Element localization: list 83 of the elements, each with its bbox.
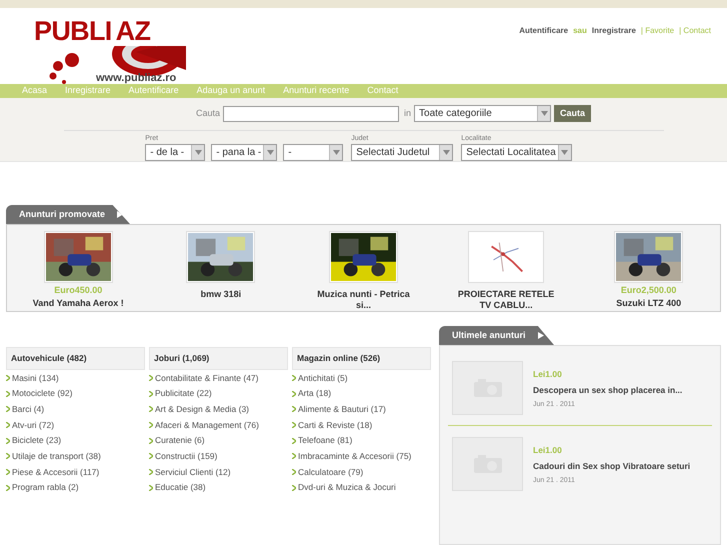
category-link[interactable]: Barci (4) [12, 402, 44, 416]
ad-title[interactable]: bmw 318i [200, 289, 242, 300]
thumbnail-frame[interactable] [186, 231, 256, 283]
category-link[interactable]: Contabilitate & Finante (47) [155, 372, 258, 384]
category-header[interactable]: Joburi (1,069) [149, 347, 288, 370]
thumbnail-frame[interactable] [614, 231, 684, 283]
category-link[interactable]: Constructii (159) [155, 450, 218, 463]
category-link[interactable]: Curatenie (6) [155, 434, 205, 448]
dropdown[interactable]: Selectati Judetul [351, 144, 454, 160]
ad-price: Lei1.00 [533, 444, 563, 457]
ad-title[interactable]: Muzica nunti - Petrica si... [308, 289, 418, 311]
play-icon [117, 211, 124, 218]
search-button[interactable]: Cauta [554, 105, 592, 122]
chevron-icon [149, 374, 153, 381]
search-field[interactable] [223, 106, 399, 122]
thumbnail-frame[interactable] [328, 231, 398, 283]
chevron-icon [149, 453, 153, 460]
play-icon [538, 332, 544, 339]
category-link[interactable]: Atv-uri (72) [12, 418, 54, 432]
category-link[interactable]: Biciclete (23) [12, 434, 62, 448]
logo-url: www.publiaz.ro [96, 71, 176, 86]
category-link[interactable]: Art & Design & Media (3) [155, 402, 250, 416]
category-link[interactable]: Serviciul Clienti (12) [155, 466, 231, 478]
dropdown[interactable]: Selectati Localitatea [461, 144, 572, 160]
chevron-icon [292, 406, 296, 412]
category-link[interactable]: Publicitate (22) [155, 387, 212, 400]
chevron-icon [149, 406, 153, 412]
chevron-icon [6, 422, 10, 428]
chevron-icon [292, 374, 296, 381]
category-link[interactable]: Masini (134) [12, 372, 59, 384]
chevron-icon [6, 469, 10, 476]
ad-title[interactable]: Cadouri din Sex shop Vibratoare seturi [533, 460, 690, 472]
category-link[interactable]: Afaceri & Management (76) [155, 418, 259, 432]
ad-title[interactable]: Descopera un sex shop placerea in... [533, 384, 682, 396]
search-label: Cauta [196, 106, 220, 120]
category-link[interactable]: Educatie (38) [155, 481, 206, 494]
chevron-icon [292, 484, 296, 491]
ad-price: Euro2,500.00 [620, 284, 676, 297]
ad-price: Lei1.00 [533, 368, 563, 381]
separator-text: sau [573, 25, 587, 36]
category-link[interactable]: Utilaje de transport (38) [12, 450, 101, 463]
chevron-icon [292, 453, 296, 460]
category-header[interactable]: Magazin online (526) [292, 347, 431, 370]
ad-title[interactable]: PROIECTARE RETELE TV CABLU... [451, 289, 562, 311]
chevron-icon [6, 390, 10, 397]
category-link[interactable]: Calculatoare (79) [298, 466, 364, 478]
dropdown[interactable]: Toate categoriile [414, 105, 552, 122]
chevron-icon [149, 422, 153, 428]
category-link[interactable]: Antichitati (5) [298, 372, 348, 384]
category-link[interactable]: Carti & Reviste (18) [298, 418, 372, 432]
dropdown[interactable]: - [283, 144, 344, 160]
chevron-icon [292, 438, 296, 444]
category-link[interactable]: Imbracaminte & Accesorii (75) [298, 450, 412, 463]
chevron-icon [149, 484, 153, 491]
chevron-icon [6, 374, 10, 381]
chevron-icon [149, 469, 153, 476]
category-link[interactable]: Telefoane (81) [298, 434, 352, 448]
dropdown[interactable]: - pana la - [211, 144, 278, 160]
ad-title[interactable]: Vand Yamaha Aerox ! [32, 298, 124, 308]
dropdown[interactable]: - de la - [145, 144, 206, 160]
category-header[interactable]: Autovehicule (482) [6, 347, 145, 370]
chevron-icon [292, 422, 296, 428]
chevron-icon [6, 453, 10, 460]
category-link[interactable]: Dvd-uri & Muzica & Jocuri [298, 481, 396, 494]
logo-title: PUBLI AZ [34, 18, 150, 45]
category-link[interactable]: Alimente & Bauturi (17) [298, 402, 386, 416]
header-link[interactable]: Autentificare [519, 25, 568, 36]
category-link[interactable]: Motociclete (92) [12, 387, 72, 400]
chevron-icon [292, 469, 296, 476]
chevron-icon [149, 390, 153, 397]
category-link[interactable]: Arta (18) [298, 387, 332, 400]
chevron-icon [6, 406, 10, 412]
category-link[interactable]: Piese & Accesorii (117) [12, 466, 100, 478]
header-link[interactable]: Inregistrare [592, 25, 636, 36]
chevron-icon [292, 390, 296, 397]
chevron-icon [149, 438, 153, 444]
in-label: in [404, 106, 412, 120]
ad-title[interactable]: Suzuki LTZ 400 [616, 298, 682, 308]
chevron-icon [6, 484, 10, 491]
ad-price: Euro450.00 [54, 284, 102, 297]
thumbnail-frame[interactable] [44, 231, 113, 283]
chevron-icon [6, 438, 10, 444]
category-link[interactable]: Program rabla (2) [12, 481, 79, 494]
